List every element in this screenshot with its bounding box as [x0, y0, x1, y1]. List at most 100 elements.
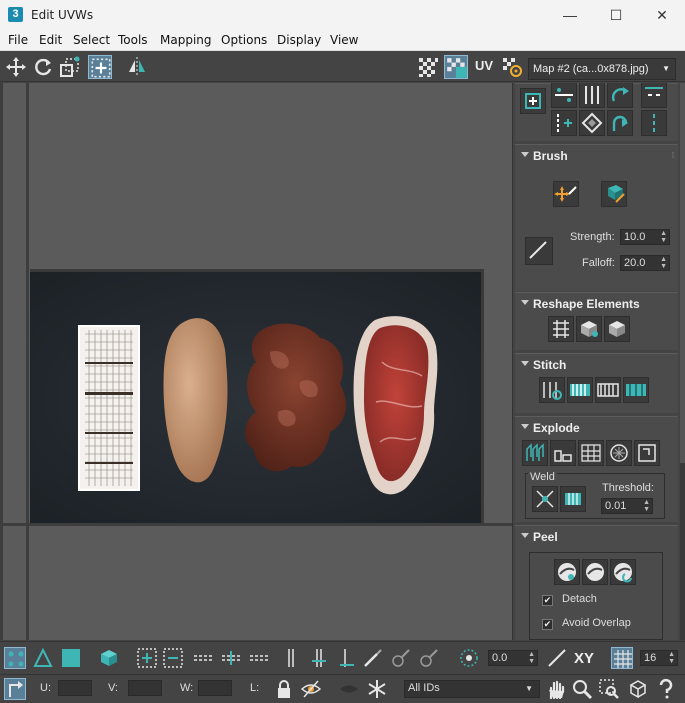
stitch-custom-icon[interactable] [623, 377, 649, 403]
rotate-icon[interactable] [31, 55, 55, 79]
loop-shrink-icon[interactable] [308, 647, 330, 669]
vertex-mode-icon[interactable] [4, 647, 26, 669]
close-button[interactable]: ✕ [639, 0, 685, 30]
stitch-to-average-icon[interactable] [567, 377, 593, 403]
menu-select[interactable]: Select [73, 33, 110, 47]
freeze-icon[interactable] [366, 678, 388, 700]
paint-select-icon[interactable] [362, 647, 384, 669]
reset-peel-icon[interactable] [610, 559, 636, 585]
loop-select-icon[interactable] [248, 647, 270, 669]
weld-selected-icon[interactable] [532, 486, 558, 512]
show-icon[interactable] [338, 678, 360, 700]
paint-select-shrink-icon[interactable] [418, 647, 440, 669]
collapse-arrow-icon[interactable] [521, 424, 529, 429]
minimize-button[interactable]: — [547, 0, 593, 30]
peel-title[interactable]: Peel [533, 530, 558, 544]
space-vertical-icon[interactable] [579, 83, 605, 108]
straighten-selection-icon[interactable] [548, 316, 574, 342]
edge-mode-icon[interactable] [32, 647, 54, 669]
maximize-button[interactable]: ☐ [593, 0, 639, 30]
menu-options[interactable]: Options [221, 33, 267, 47]
detach-checkbox[interactable]: ✔ [542, 595, 553, 606]
panel-scrollbar-thumb[interactable] [680, 83, 685, 463]
spinner-arrows-icon[interactable]: ▲ ▼ [668, 651, 675, 665]
brush-title[interactable]: Brush [533, 149, 568, 163]
snap-icon[interactable] [520, 88, 546, 114]
detach-edge-verts-icon[interactable] [634, 440, 660, 466]
avoid-overlap-checkbox[interactable]: ✔ [542, 619, 553, 630]
panel-scrollbar[interactable] [680, 83, 685, 640]
element-mode-icon[interactable] [98, 647, 120, 669]
pelt-map-icon[interactable] [582, 559, 608, 585]
brush-falloff-curve-icon[interactable] [525, 237, 553, 265]
absolute-offset-icon[interactable] [4, 678, 26, 700]
polygon-mode-icon[interactable] [60, 647, 82, 669]
grow-selection-icon[interactable] [136, 647, 158, 669]
soft-selection-icon[interactable] [458, 647, 480, 669]
angle-spinner[interactable]: 0.0 ▲ ▼ [488, 650, 538, 666]
checker-pattern-icon[interactable] [416, 55, 440, 79]
explode-title[interactable]: Explode [533, 421, 580, 435]
w-field[interactable] [198, 680, 232, 696]
flatten-by-material-ids-icon[interactable] [578, 440, 604, 466]
zoom-region-icon[interactable] [598, 678, 620, 700]
ring-shrink-icon[interactable] [220, 647, 242, 669]
xy-label[interactable]: XY [574, 650, 594, 667]
menu-display[interactable]: Display [277, 33, 321, 47]
u-field[interactable] [58, 680, 92, 696]
point-to-point-seam-icon[interactable] [336, 647, 358, 669]
ring-grow-icon[interactable] [192, 647, 214, 669]
rotate-90-icon[interactable] [607, 83, 633, 108]
falloff-spinner[interactable]: 20.0 ▲ ▼ [620, 255, 670, 271]
collapse-arrow-icon[interactable] [521, 361, 529, 366]
collapse-arrow-icon[interactable] [521, 300, 529, 305]
menu-tools[interactable]: Tools [118, 33, 148, 47]
line-tool-icon[interactable] [546, 647, 568, 669]
scale-icon[interactable] [58, 55, 82, 79]
strength-spinner[interactable]: 10.0 ▲ ▼ [620, 229, 670, 245]
grid-snap-icon[interactable] [611, 647, 633, 669]
relax-brush-icon[interactable] [601, 181, 627, 207]
align-vertical-icon[interactable] [551, 110, 577, 136]
hide-icon[interactable] [300, 678, 322, 700]
align-horizontal-icon[interactable] [551, 83, 577, 108]
uv-editor-viewport[interactable] [0, 83, 512, 640]
material-ids-dropdown[interactable]: All IDs ▼ [404, 680, 540, 698]
reshape-elements-title[interactable]: Reshape Elements [533, 297, 640, 311]
space-horizontal-icon[interactable] [579, 110, 605, 136]
grid-spinner[interactable]: 16 ▲ ▼ [640, 650, 678, 666]
break-icon[interactable] [606, 440, 632, 466]
weld-target-icon[interactable] [560, 486, 586, 512]
v-field[interactable] [128, 680, 162, 696]
show-map-icon[interactable] [444, 55, 468, 79]
menu-edit[interactable]: Edit [39, 33, 62, 47]
flatten-by-smoothing-groups-icon[interactable] [550, 440, 576, 466]
menu-file[interactable]: File [8, 33, 28, 47]
zoom-icon[interactable] [571, 678, 593, 700]
pan-hand-icon[interactable] [545, 678, 567, 700]
relax-until-flat-icon[interactable] [576, 316, 602, 342]
drag-handle-icon[interactable]: ⁞⁞ [672, 151, 676, 160]
menu-mapping[interactable]: Mapping [160, 33, 212, 47]
freeform-mode-icon[interactable] [88, 55, 112, 79]
spinner-arrows-icon[interactable]: ▲ ▼ [660, 230, 667, 244]
stitch-to-target-icon[interactable] [539, 377, 565, 403]
uv-space-label[interactable]: UV [475, 58, 493, 73]
paint-move-brush-icon[interactable] [553, 181, 579, 207]
zoom-extents-icon[interactable] [627, 678, 649, 700]
texture-map-dropdown[interactable]: Map #2 (ca...0x878.jpg) ▼ [528, 58, 676, 80]
stitch-to-source-icon[interactable] [595, 377, 621, 403]
align-to-edge-icon[interactable] [641, 83, 667, 108]
move-icon[interactable] [4, 55, 28, 79]
help-icon[interactable] [655, 678, 677, 700]
align-to-edge-vertical-icon[interactable] [641, 110, 667, 136]
paint-select-grow-icon[interactable] [390, 647, 412, 669]
spinner-arrows-icon[interactable]: ▲ ▼ [528, 651, 535, 665]
mirror-icon[interactable] [125, 55, 149, 79]
stitch-title[interactable]: Stitch [533, 358, 566, 372]
map-settings-icon[interactable] [500, 55, 524, 79]
collapse-arrow-icon[interactable] [521, 152, 529, 157]
flatten-by-polygon-angle-icon[interactable] [522, 440, 548, 466]
spinner-arrows-icon[interactable]: ▲ ▼ [660, 256, 667, 270]
rotate-minus-90-icon[interactable] [607, 110, 633, 136]
